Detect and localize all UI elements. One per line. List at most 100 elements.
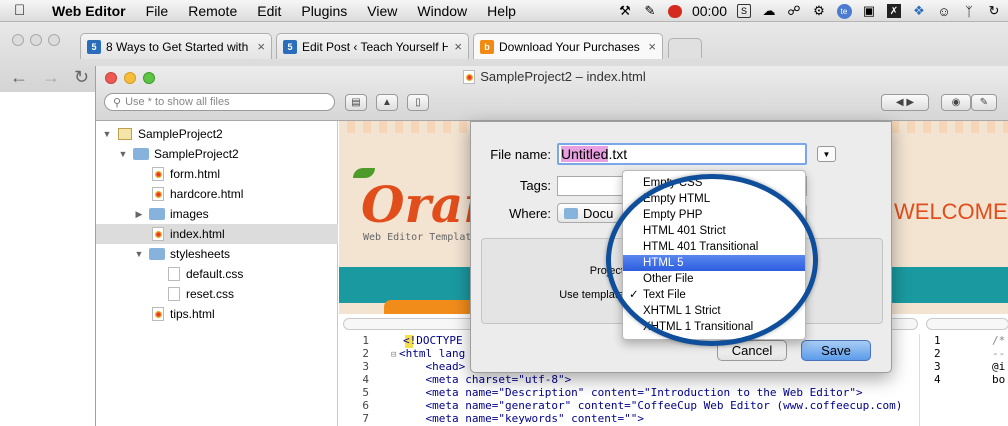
html-file-icon (463, 69, 476, 84)
line-number: 1 (934, 334, 941, 347)
file-name-selection: Untitled (561, 146, 609, 162)
dropbox-icon[interactable]: ❖ (911, 3, 927, 19)
line-number: 3 (934, 360, 941, 373)
browser-traffic-lights (12, 34, 60, 46)
code-line: <meta name="Description" content="Introd… (399, 386, 863, 399)
close-icon[interactable]: × (648, 39, 656, 54)
browser-close-button[interactable] (12, 34, 24, 46)
crossed-box-icon[interactable]: ✗ (886, 3, 902, 19)
browser-tab-2[interactable]: 5 Edit Post ‹ Teach Yourself H × (276, 33, 469, 59)
where-label: Where: (509, 206, 551, 221)
menu-help[interactable]: Help (487, 3, 516, 19)
expand-dialog-button[interactable]: ▼ (817, 146, 836, 162)
tree-item-label: SampleProject2 (154, 147, 239, 161)
folder-icon (149, 248, 165, 260)
browser-tab-3[interactable]: b Download Your Purchases × (473, 33, 663, 59)
disclosure-open-icon[interactable]: ▼ (118, 149, 128, 159)
forward-arrow-icon[interactable]: → (42, 67, 60, 88)
menu-bar:  Web Editor File Remote Edit Plugins Vi… (0, 0, 1008, 22)
tree-item-folder[interactable]: ▼ SampleProject2 (96, 144, 338, 164)
time-machine-icon[interactable]: ↻ (986, 3, 1002, 19)
html5-icon: 5 (283, 39, 297, 54)
shield-icon[interactable]: ☍ (786, 3, 802, 19)
menu-remote[interactable]: Remote (188, 3, 237, 19)
apple-icon[interactable]:  (14, 2, 30, 19)
browser-minimize-button[interactable] (30, 34, 42, 46)
gear-icon[interactable]: ⚙ (811, 3, 827, 19)
menu-file[interactable]: File (146, 3, 169, 19)
toolbar-nav-arrows[interactable]: ◀ ▶ (881, 94, 929, 111)
code-line: <meta name="keywords" content=""> (399, 412, 645, 425)
back-arrow-icon[interactable]: ← (10, 67, 28, 88)
browser-zoom-button[interactable] (48, 34, 60, 46)
tree-item-file[interactable]: reset.css (96, 284, 338, 304)
tree-item-project[interactable]: ▼ SampleProject2 (96, 124, 338, 144)
tree-item-folder[interactable]: ▼ stylesheets (96, 244, 338, 264)
close-icon[interactable]: × (454, 39, 462, 54)
template-label: Use template (559, 289, 624, 301)
camera-icon[interactable]: ▣ (861, 3, 877, 19)
browser-tab-title: Download Your Purchases (499, 39, 640, 54)
menu-plugins[interactable]: Plugins (301, 3, 347, 19)
file-search-input[interactable]: ⚲ Use * to show all files (104, 93, 335, 111)
tree-item-file[interactable]: default.css (96, 264, 338, 284)
line-number: 2 (934, 347, 941, 360)
cloud-icon[interactable]: ☁ (761, 3, 777, 19)
code-line: <head> (399, 360, 466, 373)
project-label: Project (589, 265, 624, 277)
code-line: bo (992, 373, 1006, 386)
tree-item-file[interactable]: form.html (96, 164, 338, 184)
accessibility-icon[interactable]: ☺ (936, 3, 952, 19)
secondary-code-pane[interactable]: 1 /* 2 -- 3 @i 4 bo (919, 334, 1008, 426)
bluetooth-icon[interactable]: ᛉ (961, 3, 977, 19)
fold-icon[interactable]: ⊟ (391, 350, 396, 360)
te-icon[interactable]: te (836, 3, 852, 19)
search-icon: ⚲ (113, 96, 122, 109)
file-name-input[interactable]: Untitled.txt (557, 143, 807, 165)
tree-item-file-selected[interactable]: index.html (96, 224, 338, 244)
pen-icon[interactable]: ✎ (642, 3, 658, 19)
save-button[interactable]: Save (801, 340, 871, 361)
folder-icon (133, 148, 149, 160)
line-number: 4 (362, 373, 369, 386)
toolbar-split-button[interactable]: ▯ (407, 94, 429, 111)
tree-item-label: index.html (170, 227, 225, 241)
browser-tab-title: Edit Post ‹ Teach Yourself H (302, 39, 449, 54)
disclosure-open-icon[interactable]: ▼ (134, 249, 144, 259)
line-number: 6 (362, 399, 369, 412)
css-file-icon (168, 267, 180, 281)
browser-tab-1[interactable]: 5 8 Ways to Get Started with × (80, 33, 272, 59)
tree-item-folder[interactable]: ▶ images (96, 204, 338, 224)
disclosure-closed-icon[interactable]: ▶ (134, 209, 144, 220)
wrench-icon[interactable]: ⚒ (617, 3, 633, 19)
toolbar-stack-button[interactable]: ▤ (345, 94, 367, 111)
toolbar-upload-button[interactable]: ▲ (376, 94, 398, 111)
tree-item-label: reset.css (186, 287, 235, 301)
html-file-icon (152, 227, 164, 241)
menu-edit[interactable]: Edit (257, 3, 281, 19)
code-line: /* (992, 334, 1006, 347)
close-icon[interactable]: × (257, 39, 265, 54)
timer-readout: 00:00 (691, 3, 727, 19)
tomato-timer-icon[interactable] (667, 3, 683, 19)
menu-view[interactable]: View (367, 3, 397, 19)
preview-eye-button[interactable]: ◉ (941, 94, 971, 111)
new-tab-button[interactable] (668, 38, 702, 58)
secondary-scrollbar[interactable] (926, 318, 1008, 330)
reload-icon[interactable]: ↻ (74, 67, 89, 88)
menu-app-name[interactable]: Web Editor (52, 3, 126, 19)
line-number: 3 (362, 360, 369, 373)
tree-item-label: images (170, 207, 209, 221)
callout-circle (606, 174, 818, 346)
edit-pencil-button[interactable]: ✎ (971, 94, 997, 111)
line-number: 1 (362, 334, 369, 347)
project-icon (118, 128, 132, 140)
tree-item-label: form.html (170, 167, 221, 181)
menu-window[interactable]: Window (417, 3, 467, 19)
s-badge-icon[interactable]: S (736, 3, 752, 19)
tree-item-file[interactable]: hardcore.html (96, 184, 338, 204)
file-tree: ▼ SampleProject2 ▼ SampleProject2 form.h… (96, 121, 338, 426)
disclosure-open-icon[interactable]: ▼ (102, 129, 112, 139)
tree-item-file[interactable]: tips.html (96, 304, 338, 324)
tags-label: Tags: (519, 178, 551, 193)
